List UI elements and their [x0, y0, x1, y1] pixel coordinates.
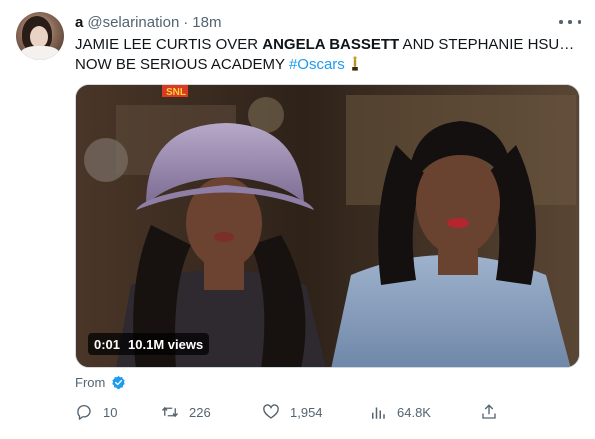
video-frame: SNL: [76, 85, 579, 367]
reply-count: 10: [103, 404, 118, 420]
from-label: From: [75, 374, 106, 390]
user-handle[interactable]: @selarination: [87, 14, 179, 31]
heart-icon: [263, 404, 279, 419]
views-chart-icon: [372, 407, 385, 419]
video-overlay: 0:01 10.1M views: [88, 333, 210, 355]
verified-badge-icon[interactable]: [111, 375, 126, 390]
action-bar: 10 226 1,954 64.8K: [75, 400, 505, 424]
retweet-icon: [161, 406, 179, 418]
views-count: 64.8K: [397, 404, 431, 420]
snl-logo-text: SNL: [166, 87, 186, 98]
tweet-header: a @selarination · 18m: [75, 12, 221, 32]
retweet-button[interactable]: 226: [161, 400, 211, 424]
hashtag-link[interactable]: #Oscars: [289, 56, 345, 73]
tweet-text-part: AND STEPHANIE HSU…: [399, 36, 575, 53]
separator-dot: ·: [183, 13, 189, 31]
like-button[interactable]: 1,954: [262, 400, 323, 424]
reply-button[interactable]: 10: [75, 400, 117, 424]
display-name[interactable]: a: [75, 14, 83, 31]
video-player[interactable]: SNL 0:01 10.1M views: [75, 84, 580, 368]
tweet-text-part: JAMIE LEE CURTIS OVER: [75, 36, 263, 53]
tweet-text: JAMIE LEE CURTIS OVER ANGELA BASSETT AND…: [75, 35, 580, 75]
timestamp[interactable]: 18m: [192, 14, 221, 31]
tweet[interactable]: a @selarination · 18m JAMIE LEE CURTIS O…: [0, 0, 595, 439]
trophy-icon: [352, 56, 358, 71]
from-row: From: [75, 373, 126, 391]
video-elapsed-time: 0:01: [94, 336, 121, 352]
share-button[interactable]: [480, 400, 508, 424]
reply-icon: [77, 404, 91, 420]
video-views: 10.1M views: [128, 336, 204, 352]
like-count: 1,954: [290, 404, 323, 420]
tweet-text-part: NOW BE SERIOUS ACADEMY: [75, 56, 289, 73]
retweet-count: 226: [189, 404, 211, 420]
tweet-text-bold: ANGELA BASSETT: [262, 36, 400, 53]
avatar-shirt: [20, 46, 60, 60]
more-options-icon[interactable]: [559, 12, 581, 32]
avatar-face: [30, 26, 48, 48]
avatar[interactable]: [16, 12, 64, 60]
share-icon: [482, 404, 496, 419]
views-button[interactable]: 64.8K: [369, 400, 431, 424]
